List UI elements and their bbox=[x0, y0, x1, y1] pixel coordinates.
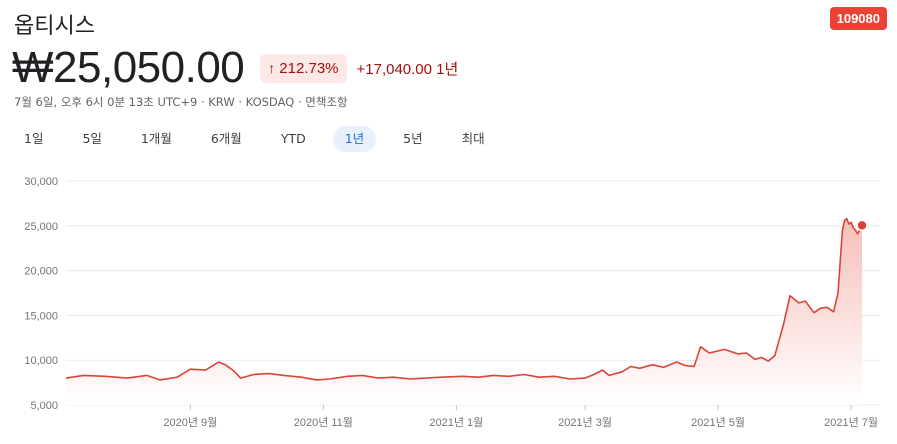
price-chart: 5,000 10,000 15,000 20,000 25,000 30,000 2020년… bbox=[24, 176, 880, 429]
x-tick-label: 2020년 9월 bbox=[163, 416, 217, 429]
x-tick-label: 2021년 7월 bbox=[824, 416, 878, 429]
arrow-up-icon: ↑ bbox=[268, 60, 276, 76]
y-tick-label: 15,000 bbox=[24, 310, 58, 322]
y-tick-label: 10,000 bbox=[24, 355, 58, 367]
stock-name: 옵티시스 bbox=[14, 14, 95, 39]
percent-change-badge: ↑ 212.73% bbox=[260, 53, 347, 83]
range-tab-1[interactable]: 5일 bbox=[70, 126, 113, 152]
y-tick-label: 30,000 bbox=[24, 176, 58, 188]
range-tab-5[interactable]: 1년 bbox=[332, 126, 377, 152]
range-tab-6[interactable]: 5년 bbox=[391, 126, 434, 152]
range-tab-2[interactable]: 1개월 bbox=[129, 126, 184, 152]
current-price-dot bbox=[856, 219, 868, 232]
range-tab-3[interactable]: 6개월 bbox=[199, 126, 254, 152]
price-row: ₩25,050.00 ↑ 212.73% +17,040.00 1년 bbox=[12, 40, 458, 96]
x-tick-label: 2021년 1월 bbox=[429, 416, 483, 429]
ticker-badge[interactable]: 109080 bbox=[829, 7, 887, 30]
current-price: ₩25,050.00 bbox=[12, 43, 245, 92]
percent-change-value: 212.73% bbox=[279, 59, 339, 77]
x-tick-label: 2021년 5월 bbox=[691, 416, 745, 429]
x-tick-label: 2020년 11월 bbox=[294, 416, 353, 429]
range-tab-4[interactable]: YTD bbox=[269, 126, 318, 152]
range-tabs: 1일 5일 1개월 6개월 YTD 1년 5년 최대 bbox=[12, 126, 512, 152]
range-tab-7[interactable]: 최대 bbox=[450, 126, 497, 152]
range-tab-0[interactable]: 1일 bbox=[12, 126, 55, 152]
x-tick-label: 2021년 3월 bbox=[558, 416, 612, 429]
y-tick-label: 25,000 bbox=[24, 221, 58, 233]
y-tick-label: 20,000 bbox=[24, 266, 58, 278]
quote-meta: 7월 6일, 오후 6시 0분 13초 UTC+9 · KRW · KOSDAQ… bbox=[14, 95, 348, 109]
y-tick-label: 5,000 bbox=[30, 400, 58, 412]
absolute-change: +17,040.00 1년 bbox=[356, 60, 459, 78]
